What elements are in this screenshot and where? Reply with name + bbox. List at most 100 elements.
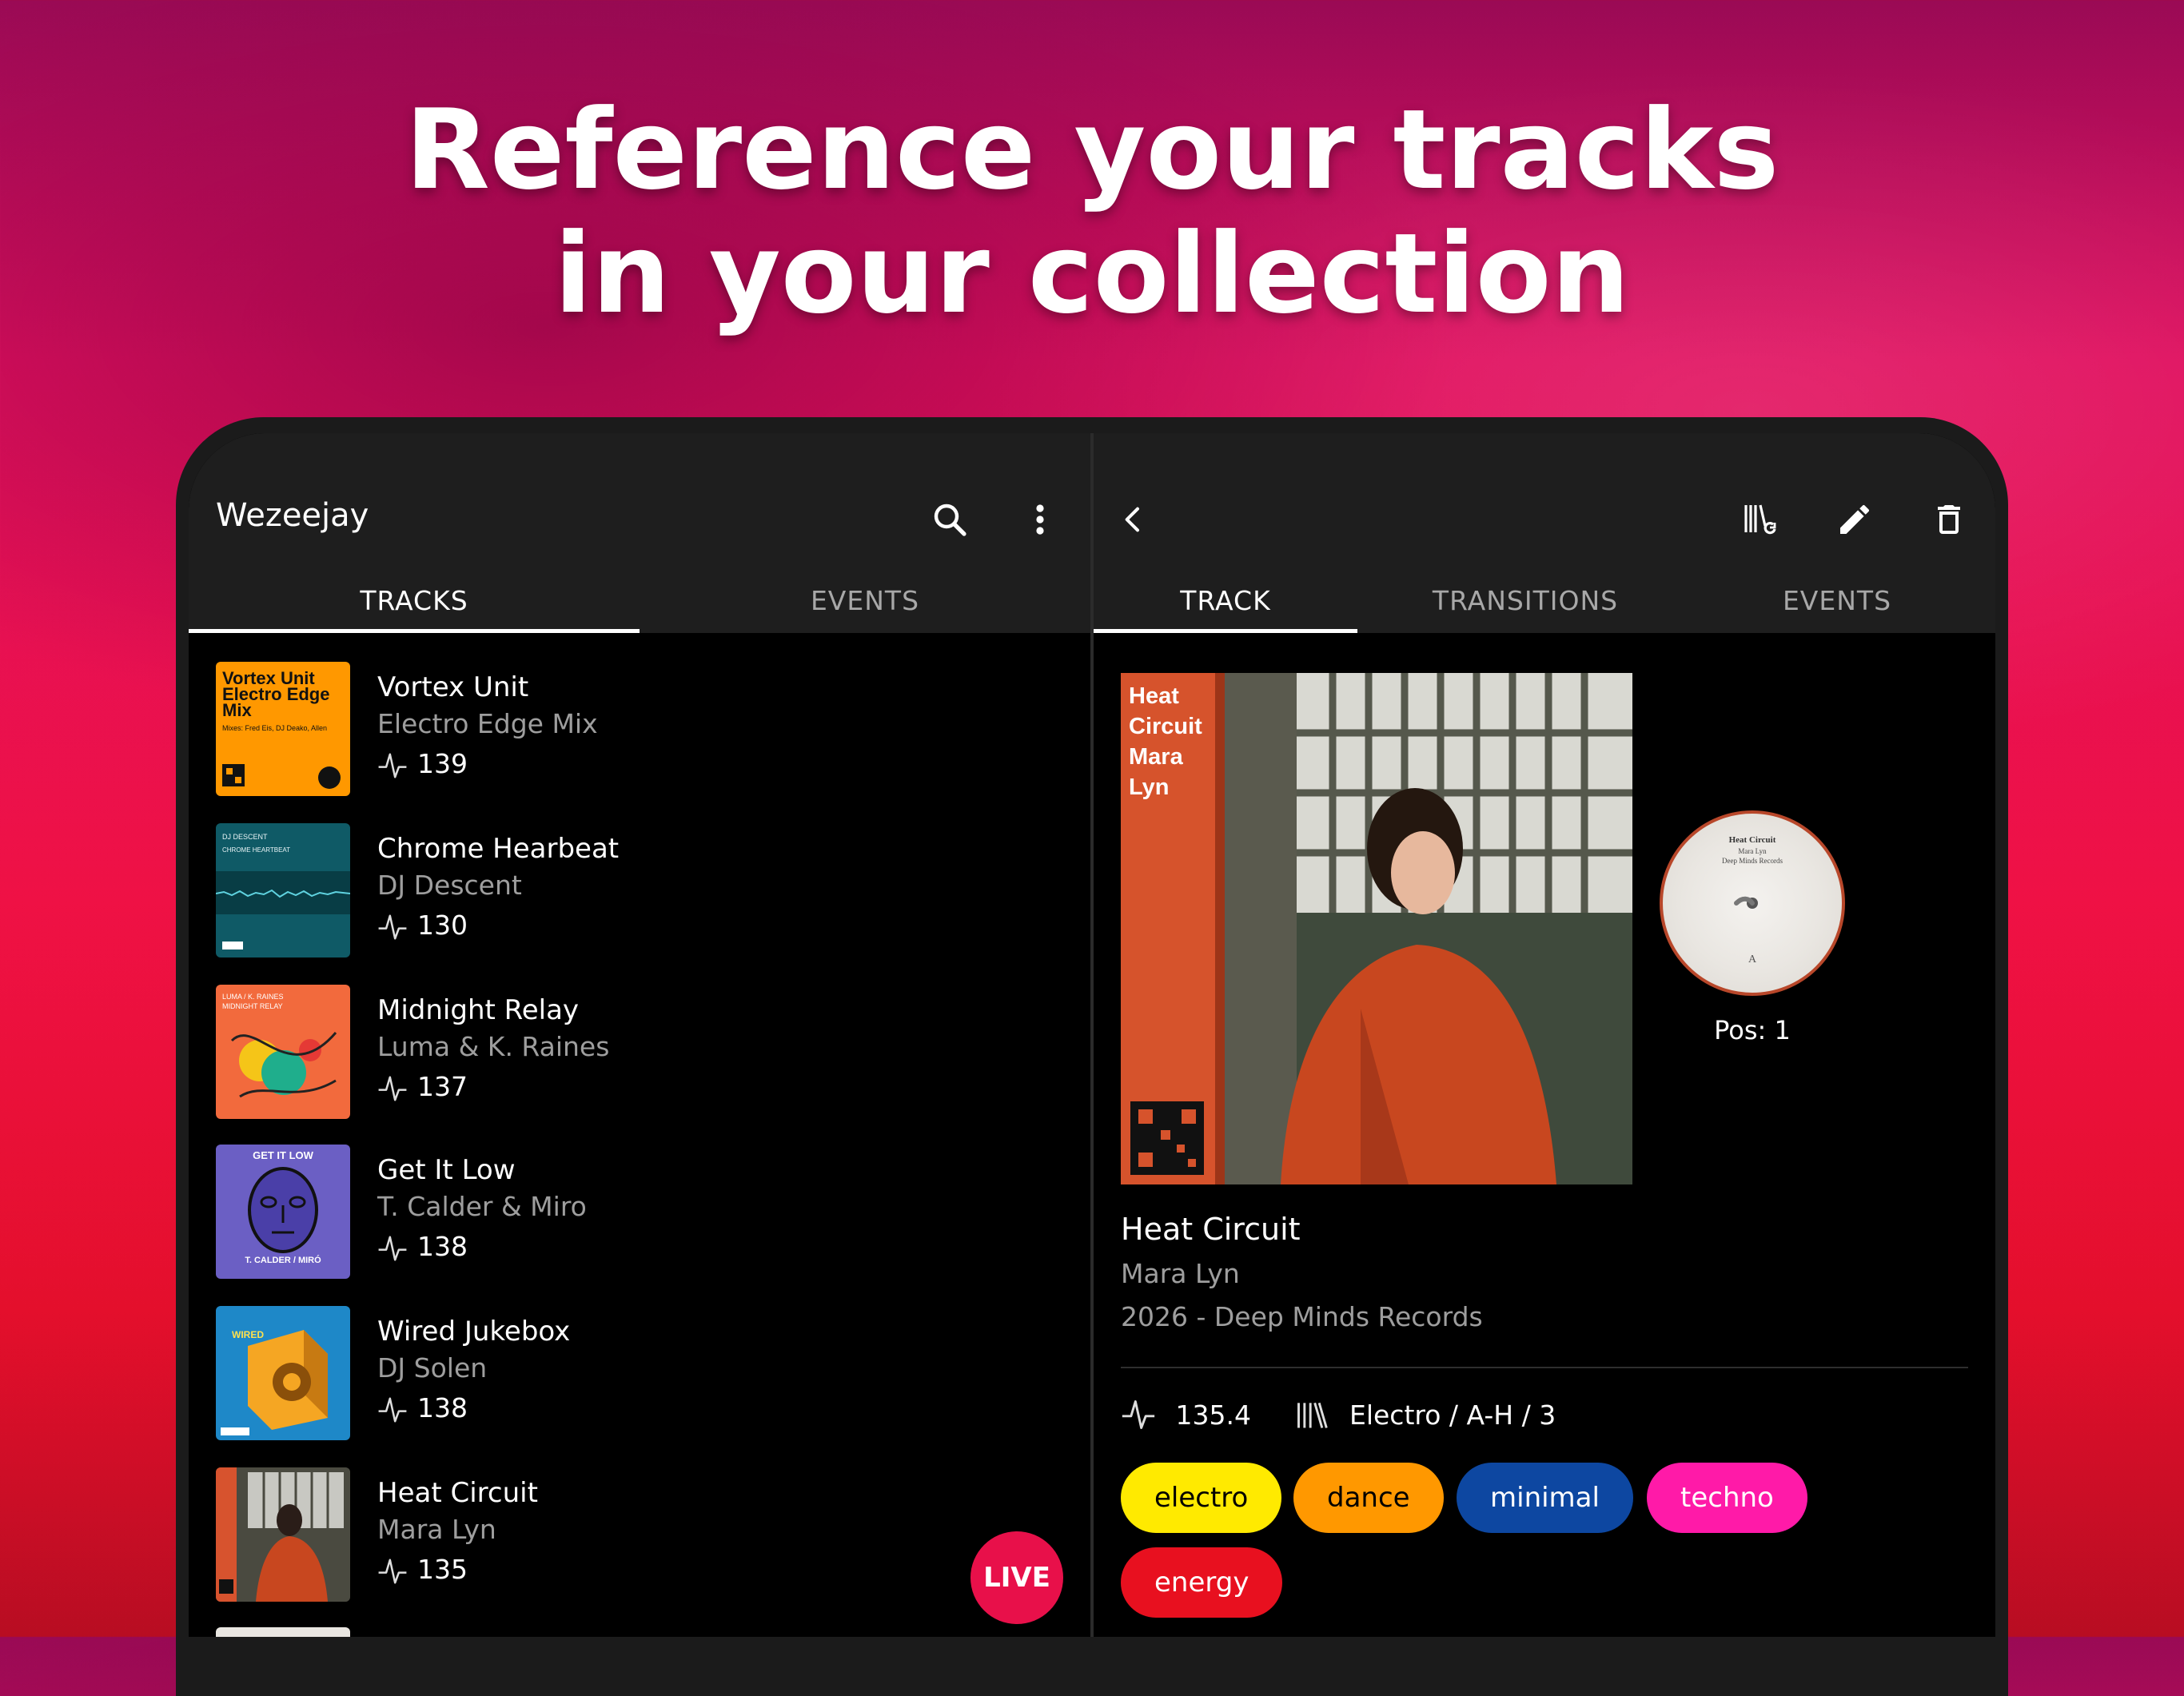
- tab-tracks-label: TRACKS: [360, 585, 468, 616]
- vinyl-record: Heat Circuit Mara Lyn Deep Minds Records…: [1660, 810, 1845, 996]
- track-title: Vortex Unit: [377, 671, 529, 703]
- track-artist: T. Calder & Miro: [377, 1191, 587, 1222]
- album-cover: [216, 1467, 350, 1602]
- back-arrow-icon[interactable]: [1118, 504, 1150, 539]
- tab-transitions-label: TRANSITIONS: [1432, 585, 1619, 616]
- track-bpm: 130: [377, 910, 468, 942]
- svg-text:T. CALDER / MIRÓ: T. CALDER / MIRÓ: [245, 1255, 321, 1265]
- track-title: Midnight Relay: [377, 994, 580, 1026]
- vinyl-position: Pos: 1: [1714, 1015, 1791, 1045]
- headline-line-2: in your collection: [554, 209, 1630, 338]
- svg-text:Mara: Mara: [1129, 744, 1184, 770]
- track-title: Get It Low: [377, 1154, 516, 1186]
- svg-text:WIRED: WIRED: [232, 1329, 264, 1340]
- tab-tracks[interactable]: TRACKS: [189, 569, 640, 633]
- bpm-value: 135: [417, 1554, 468, 1585]
- search-icon[interactable]: [931, 500, 969, 542]
- detail-tab-bar: TRACK TRANSITIONS EVENTS: [1094, 569, 1995, 633]
- tab-bar: TRACKS EVENTS: [189, 569, 1090, 633]
- svg-text:Heat: Heat: [1129, 683, 1179, 709]
- track-title: Wired Jukebox: [377, 1316, 571, 1348]
- svg-text:Heat Circuit: Heat Circuit: [1729, 835, 1776, 845]
- album-cover-large: Heat Circuit Mara Lyn: [1121, 673, 1632, 1184]
- track-row[interactable]: DJ DESCENT CHROME HEARTBEAT Chrome Hearb…: [216, 823, 1063, 959]
- svg-text:MIDNIGHT RELAY: MIDNIGHT RELAY: [222, 1002, 283, 1010]
- track-row[interactable]: WIRED Wired Jukebox DJ Solen 138: [216, 1306, 1063, 1442]
- track-bpm: 139: [377, 748, 468, 781]
- edit-pencil-icon[interactable]: [1835, 500, 1874, 542]
- track-bpm: 138: [377, 1392, 468, 1425]
- tag-chip-minimal[interactable]: minimal: [1457, 1463, 1633, 1533]
- track-title: Heat Circuit: [377, 1477, 538, 1509]
- track-row[interactable]: GET IT LOW T. CALDER / MIRÓ Get It Low T…: [216, 1145, 1063, 1280]
- tag-chip-techno[interactable]: techno: [1647, 1463, 1807, 1533]
- delete-icon[interactable]: [1930, 500, 1968, 542]
- tag-chip-electro[interactable]: electro: [1121, 1463, 1282, 1533]
- detail-bpm: 135.4: [1175, 1399, 1251, 1431]
- bpm-value: 138: [417, 1392, 468, 1423]
- track-artist: DJ Descent: [377, 870, 522, 901]
- bpm-value: 137: [417, 1071, 468, 1102]
- svg-text:CHROME HEARTBEAT: CHROME HEARTBEAT: [222, 846, 290, 854]
- track-artist: DJ Solen: [377, 1352, 488, 1383]
- tab-events[interactable]: EVENTS: [1693, 569, 1981, 633]
- pulse-icon: [1122, 1400, 1155, 1429]
- library-icon: [1297, 1402, 1329, 1428]
- album-cover: GET IT LOW T. CALDER / MIRÓ: [216, 1145, 350, 1279]
- album-cover: LUMA / K. RAINES MIDNIGHT RELAY: [216, 985, 350, 1119]
- track-row[interactable]: [216, 1627, 1063, 1637]
- tab-events-label: EVENTS: [1782, 585, 1892, 616]
- track-bpm: 135: [377, 1554, 468, 1587]
- track-stats: 135.4 Electro / A-H / 3: [1121, 1397, 1968, 1437]
- tab-events-label: EVENTS: [810, 585, 920, 616]
- bpm-value: 130: [417, 910, 468, 941]
- svg-text:Circuit: Circuit: [1129, 714, 1202, 739]
- svg-text:Mixes: Fred Eis, DJ Deako, All: Mixes: Fred Eis, DJ Deako, Allen: [222, 724, 327, 732]
- detail-location: Electro / A-H / 3: [1349, 1399, 1556, 1431]
- pulse-icon: [378, 1558, 407, 1584]
- tab-indicator: [189, 629, 640, 633]
- detail-app-bar: TRACK TRANSITIONS EVENTS: [1094, 433, 1995, 633]
- library-icon[interactable]: [1741, 500, 1779, 542]
- bpm-value: 138: [417, 1231, 468, 1262]
- bpm-value: 139: [417, 748, 468, 779]
- album-cover: WIRED: [216, 1306, 350, 1440]
- track-row[interactable]: LUMA / K. RAINES MIDNIGHT RELAY Midnight…: [216, 985, 1063, 1121]
- svg-text:Mara Lyn: Mara Lyn: [1738, 847, 1767, 855]
- svg-text:A: A: [1748, 954, 1757, 965]
- app-bar: Wezeejay TRACKS EVENTS: [189, 433, 1090, 633]
- svg-text:Lyn: Lyn: [1129, 774, 1169, 800]
- divider: [1121, 1367, 1968, 1368]
- svg-text:GET IT LOW: GET IT LOW: [253, 1149, 314, 1161]
- tab-indicator: [1094, 629, 1357, 633]
- tab-events[interactable]: EVENTS: [640, 569, 1090, 633]
- track-title: Chrome Hearbeat: [377, 833, 620, 865]
- pulse-icon: [378, 1075, 407, 1101]
- track-bpm: 138: [377, 1231, 468, 1264]
- track-artist: Mara Lyn: [377, 1514, 496, 1545]
- track-artist: Luma & K. Raines: [377, 1031, 610, 1062]
- album-cover: DJ DESCENT CHROME HEARTBEAT: [216, 823, 350, 957]
- svg-text:LUMA / K. RAINES: LUMA / K. RAINES: [222, 993, 284, 1001]
- album-cover: Vortex Unit Electro Edge Mix Mixes: Fred…: [216, 662, 350, 796]
- headline: Reference your tracks in your collection: [0, 88, 2184, 336]
- tab-track[interactable]: TRACK: [1094, 569, 1357, 633]
- pulse-icon: [378, 914, 407, 940]
- detail-track-artist: Mara Lyn: [1121, 1258, 1240, 1289]
- live-button[interactable]: LIVE: [970, 1531, 1063, 1624]
- track-bpm: 137: [377, 1071, 468, 1104]
- tab-transitions[interactable]: TRANSITIONS: [1357, 569, 1693, 633]
- pulse-icon: [378, 1396, 407, 1423]
- tablet-screen: Wezeejay TRACKS EVENTS Vortex Unit Elect…: [189, 433, 1995, 1637]
- svg-text:Deep Minds Records: Deep Minds Records: [1722, 857, 1783, 865]
- track-row[interactable]: Heat Circuit Mara Lyn 135: [216, 1467, 1063, 1603]
- svg-text:Mix: Mix: [222, 700, 252, 720]
- tag-chip-energy[interactable]: energy: [1121, 1547, 1283, 1618]
- more-vert-icon[interactable]: [1034, 500, 1046, 542]
- track-row[interactable]: Vortex Unit Electro Edge Mix Mixes: Fred…: [216, 662, 1063, 798]
- pulse-icon: [378, 1235, 407, 1261]
- album-cover: [216, 1627, 350, 1637]
- tag-chip-dance[interactable]: dance: [1293, 1463, 1444, 1533]
- track-detail-pane: TRACK TRANSITIONS EVENTS Heat Circuit Ma…: [1094, 433, 1995, 1637]
- app-title: Wezeejay: [216, 497, 369, 534]
